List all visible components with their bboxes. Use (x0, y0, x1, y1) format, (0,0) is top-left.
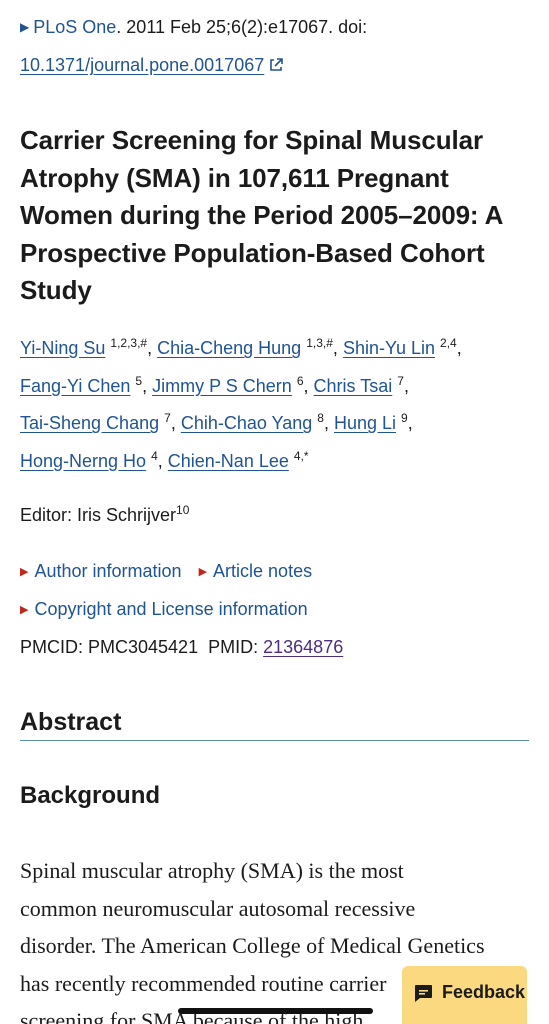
feedback-button[interactable]: Feedback (402, 966, 527, 1024)
citation-line: ▶ PLoS One. 2011 Feb 25;6(2):e17067. doi: (20, 14, 367, 42)
author-link[interactable]: Yi-Ning Su (20, 338, 105, 358)
external-link-icon[interactable] (269, 58, 284, 72)
copyright-label: Copyright and License information (34, 599, 308, 619)
copyright-toggle[interactable]: ▶ Copyright and License information (20, 596, 308, 625)
pmid-label: PMID: (208, 637, 259, 657)
editor-label: Editor: Iris Schrijver (20, 505, 177, 525)
pmid-link[interactable]: 21364876 (263, 637, 343, 657)
expand-triangle-icon: ▶ (20, 566, 29, 578)
author-affiliation: 6 (296, 373, 304, 388)
doi-line: 10.1371/journal.pone.0017067 (20, 52, 284, 78)
abstract-heading: Abstract (20, 708, 122, 736)
author-link[interactable]: Hong-Nerng Ho (20, 451, 146, 471)
author-affiliation: 2,4 (440, 336, 457, 350)
author-affiliation: 1,3,# (306, 336, 333, 350)
background-heading: Background (20, 782, 161, 809)
author-affiliation: 4,* (293, 448, 309, 463)
article-title: Carrier Screening for Spinal Muscular At… (20, 125, 503, 305)
author-link[interactable]: Chia-Cheng Hung (157, 338, 301, 358)
author-link[interactable]: Hung Li (334, 413, 396, 433)
author-affiliation: 7 (397, 373, 404, 388)
author-link[interactable]: Chien-Nan Lee (168, 451, 289, 471)
editor-line: Editor: Iris Schrijver10 (20, 502, 189, 528)
home-indicator[interactable] (178, 1008, 373, 1014)
author-information-label: Author information (34, 561, 182, 581)
info-toggles: ▶ Author information ▶ Article notes (20, 558, 312, 587)
feedback-label: Feedback (442, 982, 526, 1002)
article-ids: PMCID: PMC3045421 PMID: 21364876 (20, 634, 343, 660)
author-link[interactable]: Shin-Yu Lin (343, 338, 435, 358)
author-affiliation: 8 (317, 411, 324, 425)
expand-triangle-icon: ▶ (20, 604, 29, 616)
author-affiliation: 1,2,3,# (110, 336, 148, 350)
author-link[interactable]: Chih-Chao Yang (181, 413, 312, 433)
article-notes-label: Article notes (213, 561, 313, 581)
author-link[interactable]: Tai-Sheng Chang (20, 413, 159, 433)
journal-link[interactable]: PLoS One (33, 17, 116, 37)
expand-triangle-icon[interactable]: ▶ (20, 20, 29, 34)
author-affiliation: 7 (164, 411, 171, 425)
feedback-speech-bubble-icon (415, 985, 432, 1002)
abstract-line: Spinal muscular atrophy (SMA) is the mos… (20, 858, 404, 883)
pmcid: PMCID: PMC3045421 (20, 637, 199, 657)
section-divider (20, 740, 529, 741)
abstract-line: common neuromuscular autosomal recessive (20, 895, 416, 921)
doi-link[interactable]: 10.1371/journal.pone.0017067 (20, 55, 264, 75)
article-notes-toggle[interactable]: ▶ Article notes (199, 561, 313, 581)
expand-triangle-icon: ▶ (198, 566, 208, 578)
abstract-line: disorder. The American College of Medica… (20, 933, 485, 958)
citation-details: . 2011 Feb 25;6(2):e17067. doi: (116, 17, 368, 37)
author-link[interactable]: Jimmy P S Chern (152, 376, 292, 396)
author-link[interactable]: Fang-Yi Chen (20, 376, 130, 396)
author-affiliation: 5 (135, 373, 143, 388)
author-affiliation: 4 (151, 448, 158, 463)
author-link[interactable]: Chris Tsai (314, 376, 393, 396)
author-information-toggle[interactable]: ▶ Author information (20, 561, 182, 581)
author-list: Yi-Ning Su 1,2,3,#, Chia-Cheng Hung 1,3,… (20, 336, 462, 471)
editor-affiliation: 10 (176, 503, 190, 517)
author-affiliation: 9 (401, 411, 408, 425)
